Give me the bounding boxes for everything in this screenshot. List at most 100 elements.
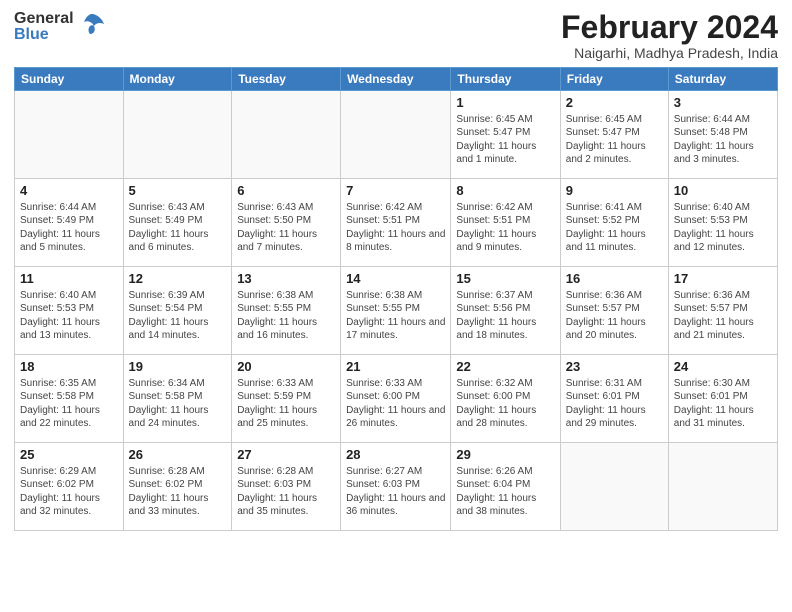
day-number: 14 [346, 270, 445, 288]
day-number: 21 [346, 358, 445, 376]
day-number: 20 [237, 358, 335, 376]
day-info: Sunrise: 6:39 AM Sunset: 5:54 PM Dayligh… [129, 289, 227, 343]
day-number: 8 [456, 182, 554, 200]
day-number: 9 [566, 182, 663, 200]
logo-general-text: General [14, 11, 74, 27]
header: General Blue February 2024 Naigarhi, Mad… [14, 10, 778, 61]
table-row [668, 443, 777, 531]
table-row [560, 443, 668, 531]
col-wednesday: Wednesday [341, 68, 451, 91]
day-number: 26 [129, 446, 227, 464]
table-row: 19Sunrise: 6:34 AM Sunset: 5:58 PM Dayli… [123, 355, 232, 443]
col-saturday: Saturday [668, 68, 777, 91]
table-row: 27Sunrise: 6:28 AM Sunset: 6:03 PM Dayli… [232, 443, 341, 531]
day-number: 6 [237, 182, 335, 200]
day-info: Sunrise: 6:36 AM Sunset: 5:57 PM Dayligh… [674, 289, 772, 343]
day-info: Sunrise: 6:40 AM Sunset: 5:53 PM Dayligh… [20, 289, 118, 343]
day-info: Sunrise: 6:27 AM Sunset: 6:03 PM Dayligh… [346, 465, 445, 519]
day-info: Sunrise: 6:28 AM Sunset: 6:03 PM Dayligh… [237, 465, 335, 519]
title-section: February 2024 Naigarhi, Madhya Pradesh, … [561, 10, 778, 61]
table-row: 4Sunrise: 6:44 AM Sunset: 5:49 PM Daylig… [15, 179, 124, 267]
table-row: 12Sunrise: 6:39 AM Sunset: 5:54 PM Dayli… [123, 267, 232, 355]
day-info: Sunrise: 6:45 AM Sunset: 5:47 PM Dayligh… [456, 113, 554, 167]
day-number: 12 [129, 270, 227, 288]
day-info: Sunrise: 6:32 AM Sunset: 6:00 PM Dayligh… [456, 377, 554, 431]
table-row: 13Sunrise: 6:38 AM Sunset: 5:55 PM Dayli… [232, 267, 341, 355]
col-sunday: Sunday [15, 68, 124, 91]
day-info: Sunrise: 6:37 AM Sunset: 5:56 PM Dayligh… [456, 289, 554, 343]
month-year-title: February 2024 [561, 10, 778, 45]
logo-name: General Blue [14, 11, 74, 43]
day-info: Sunrise: 6:42 AM Sunset: 5:51 PM Dayligh… [456, 201, 554, 255]
day-info: Sunrise: 6:42 AM Sunset: 5:51 PM Dayligh… [346, 201, 445, 255]
table-row: 3Sunrise: 6:44 AM Sunset: 5:48 PM Daylig… [668, 91, 777, 179]
table-row: 29Sunrise: 6:26 AM Sunset: 6:04 PM Dayli… [451, 443, 560, 531]
page: General Blue February 2024 Naigarhi, Mad… [0, 0, 792, 612]
table-row [123, 91, 232, 179]
table-row: 7Sunrise: 6:42 AM Sunset: 5:51 PM Daylig… [341, 179, 451, 267]
day-number: 23 [566, 358, 663, 376]
col-friday: Friday [560, 68, 668, 91]
day-number: 25 [20, 446, 118, 464]
calendar-week-row: 25Sunrise: 6:29 AM Sunset: 6:02 PM Dayli… [15, 443, 778, 531]
table-row: 16Sunrise: 6:36 AM Sunset: 5:57 PM Dayli… [560, 267, 668, 355]
day-number: 19 [129, 358, 227, 376]
table-row: 1Sunrise: 6:45 AM Sunset: 5:47 PM Daylig… [451, 91, 560, 179]
day-number: 24 [674, 358, 772, 376]
day-info: Sunrise: 6:30 AM Sunset: 6:01 PM Dayligh… [674, 377, 772, 431]
table-row [232, 91, 341, 179]
day-info: Sunrise: 6:26 AM Sunset: 6:04 PM Dayligh… [456, 465, 554, 519]
day-number: 13 [237, 270, 335, 288]
logo-blue-text: Blue [14, 27, 74, 43]
table-row [341, 91, 451, 179]
day-info: Sunrise: 6:29 AM Sunset: 6:02 PM Dayligh… [20, 465, 118, 519]
calendar-week-row: 1Sunrise: 6:45 AM Sunset: 5:47 PM Daylig… [15, 91, 778, 179]
table-row: 10Sunrise: 6:40 AM Sunset: 5:53 PM Dayli… [668, 179, 777, 267]
day-number: 17 [674, 270, 772, 288]
day-number: 10 [674, 182, 772, 200]
table-row: 9Sunrise: 6:41 AM Sunset: 5:52 PM Daylig… [560, 179, 668, 267]
calendar-week-row: 18Sunrise: 6:35 AM Sunset: 5:58 PM Dayli… [15, 355, 778, 443]
table-row: 5Sunrise: 6:43 AM Sunset: 5:49 PM Daylig… [123, 179, 232, 267]
table-row: 22Sunrise: 6:32 AM Sunset: 6:00 PM Dayli… [451, 355, 560, 443]
day-info: Sunrise: 6:34 AM Sunset: 5:58 PM Dayligh… [129, 377, 227, 431]
table-row: 15Sunrise: 6:37 AM Sunset: 5:56 PM Dayli… [451, 267, 560, 355]
day-number: 5 [129, 182, 227, 200]
day-number: 1 [456, 94, 554, 112]
table-row: 8Sunrise: 6:42 AM Sunset: 5:51 PM Daylig… [451, 179, 560, 267]
day-info: Sunrise: 6:44 AM Sunset: 5:49 PM Dayligh… [20, 201, 118, 255]
table-row: 25Sunrise: 6:29 AM Sunset: 6:02 PM Dayli… [15, 443, 124, 531]
day-info: Sunrise: 6:43 AM Sunset: 5:50 PM Dayligh… [237, 201, 335, 255]
day-number: 18 [20, 358, 118, 376]
day-info: Sunrise: 6:36 AM Sunset: 5:57 PM Dayligh… [566, 289, 663, 343]
day-info: Sunrise: 6:44 AM Sunset: 5:48 PM Dayligh… [674, 113, 772, 167]
day-info: Sunrise: 6:45 AM Sunset: 5:47 PM Dayligh… [566, 113, 663, 167]
day-number: 11 [20, 270, 118, 288]
calendar-week-row: 11Sunrise: 6:40 AM Sunset: 5:53 PM Dayli… [15, 267, 778, 355]
day-info: Sunrise: 6:43 AM Sunset: 5:49 PM Dayligh… [129, 201, 227, 255]
col-tuesday: Tuesday [232, 68, 341, 91]
table-row: 24Sunrise: 6:30 AM Sunset: 6:01 PM Dayli… [668, 355, 777, 443]
logo-bird-icon [78, 10, 106, 43]
table-row: 17Sunrise: 6:36 AM Sunset: 5:57 PM Dayli… [668, 267, 777, 355]
day-info: Sunrise: 6:40 AM Sunset: 5:53 PM Dayligh… [674, 201, 772, 255]
day-number: 27 [237, 446, 335, 464]
day-number: 3 [674, 94, 772, 112]
day-number: 16 [566, 270, 663, 288]
day-info: Sunrise: 6:28 AM Sunset: 6:02 PM Dayligh… [129, 465, 227, 519]
day-info: Sunrise: 6:41 AM Sunset: 5:52 PM Dayligh… [566, 201, 663, 255]
day-number: 2 [566, 94, 663, 112]
day-info: Sunrise: 6:38 AM Sunset: 5:55 PM Dayligh… [346, 289, 445, 343]
calendar-header-row: Sunday Monday Tuesday Wednesday Thursday… [15, 68, 778, 91]
table-row: 6Sunrise: 6:43 AM Sunset: 5:50 PM Daylig… [232, 179, 341, 267]
table-row: 2Sunrise: 6:45 AM Sunset: 5:47 PM Daylig… [560, 91, 668, 179]
day-info: Sunrise: 6:35 AM Sunset: 5:58 PM Dayligh… [20, 377, 118, 431]
table-row: 20Sunrise: 6:33 AM Sunset: 5:59 PM Dayli… [232, 355, 341, 443]
day-number: 22 [456, 358, 554, 376]
day-info: Sunrise: 6:33 AM Sunset: 6:00 PM Dayligh… [346, 377, 445, 431]
table-row [15, 91, 124, 179]
table-row: 18Sunrise: 6:35 AM Sunset: 5:58 PM Dayli… [15, 355, 124, 443]
calendar-week-row: 4Sunrise: 6:44 AM Sunset: 5:49 PM Daylig… [15, 179, 778, 267]
calendar-table: Sunday Monday Tuesday Wednesday Thursday… [14, 67, 778, 531]
table-row: 23Sunrise: 6:31 AM Sunset: 6:01 PM Dayli… [560, 355, 668, 443]
